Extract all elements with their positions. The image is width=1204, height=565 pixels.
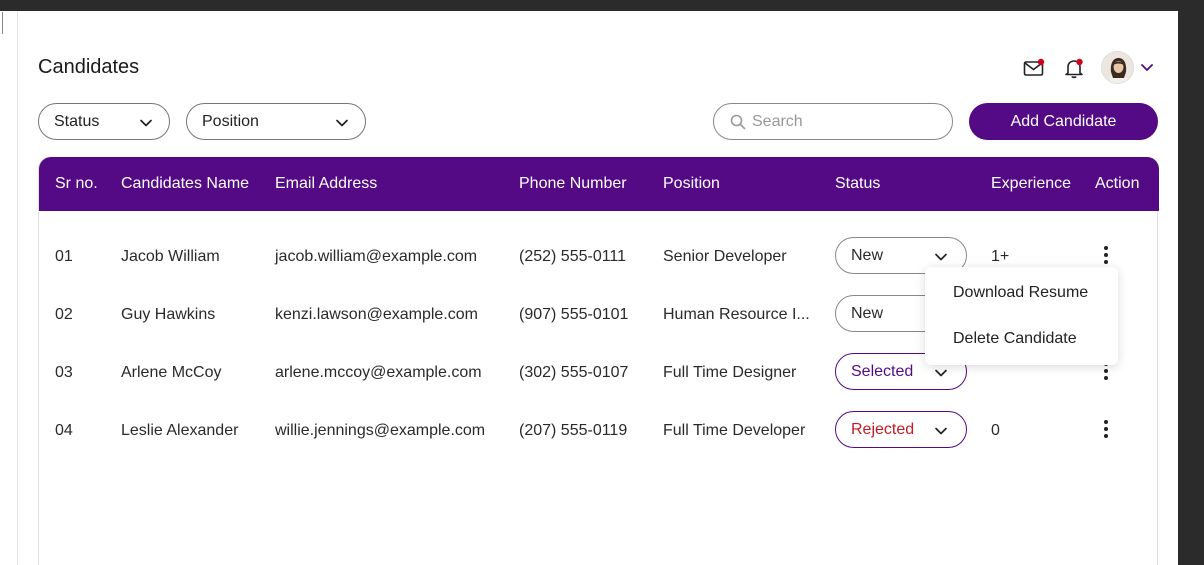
add-candidate-button[interactable]: Add Candidate [969, 103, 1158, 140]
col-header-name: Candidates Name [121, 175, 250, 192]
cell-name: Guy Hawkins [121, 306, 216, 323]
delete-candidate-menu-item[interactable]: Delete Candidate [953, 330, 1077, 348]
chevron-down-icon [336, 119, 348, 127]
col-header-sr-no: Sr no. [55, 175, 98, 192]
status-dropdown[interactable]: Rejected [835, 411, 967, 448]
window-edge [1178, 11, 1204, 565]
cell-email: kenzi.lawson@example.com [275, 306, 478, 323]
chevron-down-icon[interactable] [1140, 60, 1154, 74]
sidebar-handle [0, 12, 3, 34]
cell-sr-no: 03 [55, 364, 73, 381]
chevron-down-icon [935, 253, 947, 261]
chevron-down-icon [140, 119, 152, 127]
search-box [713, 103, 953, 140]
bell-icon[interactable] [1063, 57, 1085, 79]
position-filter-label: Position [202, 113, 259, 130]
avatar[interactable] [1101, 51, 1134, 84]
cell-position: Full Time Designer [663, 364, 797, 381]
page-title: Candidates [38, 56, 140, 78]
candidates-panel: Candidates Status Position Search Add Ca… [18, 11, 1178, 565]
chevron-down-icon [935, 427, 947, 435]
cell-sr-no: 02 [55, 306, 73, 323]
left-sidebar-edge [0, 11, 18, 565]
status-value: New [851, 305, 884, 322]
cell-position: Full Time Developer [663, 422, 806, 439]
download-resume-menu-item[interactable]: Download Resume [953, 284, 1088, 302]
status-value: New [851, 247, 884, 264]
more-options-icon[interactable] [1101, 245, 1111, 267]
cell-name: Jacob William [121, 248, 220, 265]
status-filter-dropdown[interactable]: Status [38, 103, 170, 140]
cell-name: Leslie Alexander [121, 422, 239, 439]
col-header-experience: Experience [991, 175, 1072, 192]
col-header-email: Email Address [275, 175, 378, 192]
cell-sr-no: 01 [55, 248, 73, 265]
more-options-icon[interactable] [1101, 419, 1111, 441]
cell-position: Human Resource I... [663, 306, 810, 323]
search-input[interactable] [752, 110, 942, 134]
cell-email: jacob.william@example.com [275, 248, 478, 265]
cell-phone: (252) 555-0111 [519, 248, 627, 265]
cell-phone: (207) 555-0119 [519, 422, 628, 439]
col-header-status: Status [835, 175, 881, 192]
table-header: Sr no. Candidates Name Email Address Pho… [39, 157, 1159, 211]
cell-experience: 0 [991, 422, 1000, 439]
cell-name: Arlene McCoy [121, 364, 222, 381]
row-action-menu: Download Resume Delete Candidate [925, 267, 1118, 365]
status-value: Rejected [851, 421, 915, 438]
mail-icon[interactable] [1023, 57, 1045, 79]
col-header-phone: Phone Number [519, 175, 627, 192]
search-icon [730, 114, 746, 130]
status-filter-label: Status [54, 113, 100, 130]
chevron-down-icon [935, 369, 947, 377]
cell-email: arlene.mccoy@example.com [275, 364, 482, 381]
position-filter-dropdown[interactable]: Position [186, 103, 366, 140]
col-header-action: Action [1095, 175, 1140, 192]
cell-phone: (907) 555-0101 [519, 306, 629, 323]
cell-position: Senior Developer [663, 248, 787, 265]
cell-phone: (302) 555-0107 [519, 364, 629, 381]
col-header-position: Position [663, 175, 720, 192]
cell-experience: 1+ [991, 248, 1010, 265]
table-row: 04 Leslie Alexander willie.jennings@exam… [39, 402, 1159, 460]
status-value: Selected [851, 363, 914, 380]
cell-email: willie.jennings@example.com [275, 422, 486, 439]
cell-sr-no: 04 [55, 422, 73, 439]
